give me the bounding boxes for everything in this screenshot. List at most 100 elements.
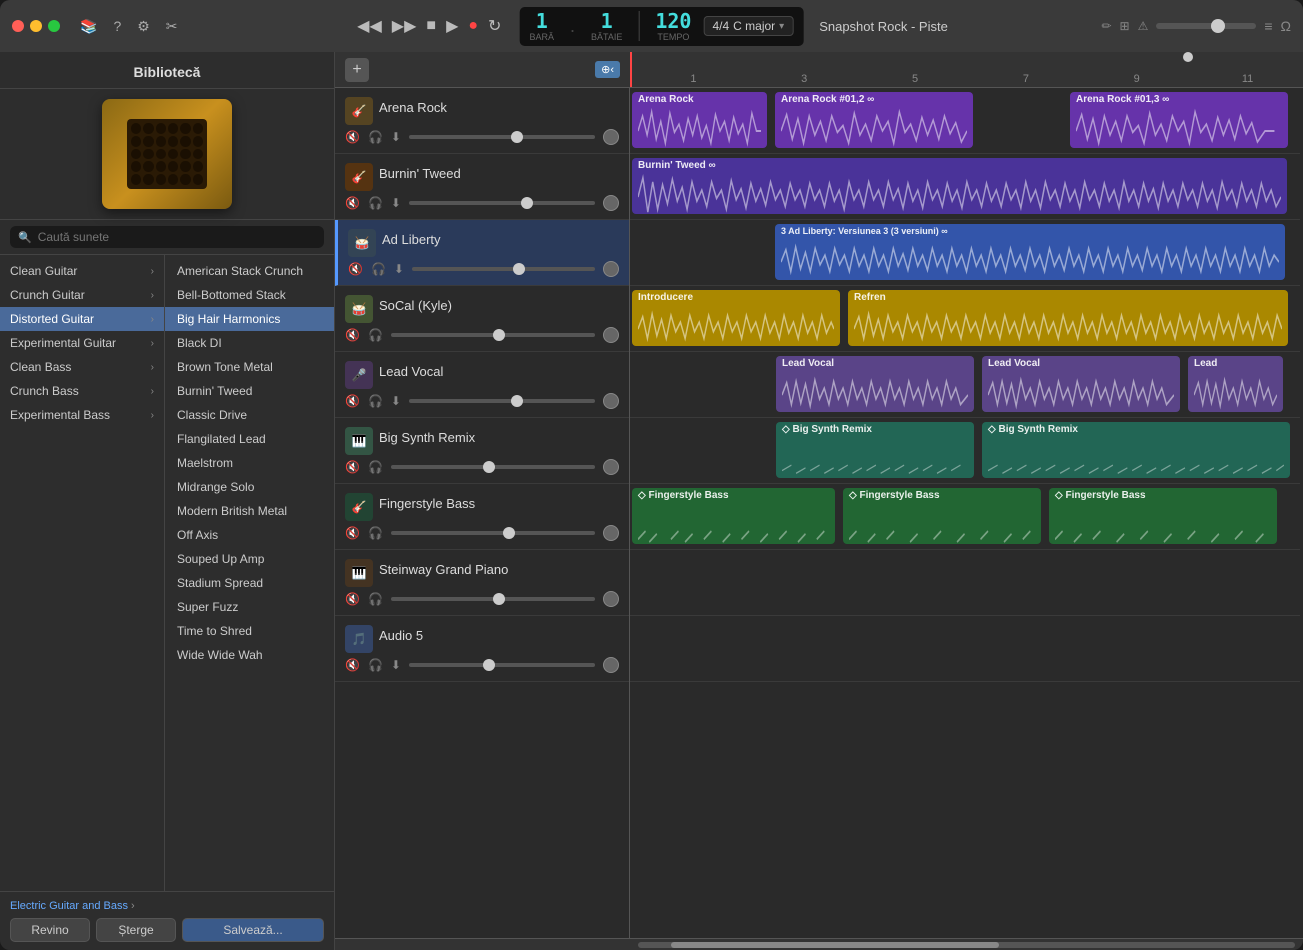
subcat-bell-bottomed[interactable]: Bell-Bottomed Stack (165, 283, 334, 307)
subcat-black-di[interactable]: Black DI (165, 331, 334, 355)
list-icon[interactable]: ≡ (1264, 18, 1272, 34)
track-fader-audio-5[interactable] (409, 663, 595, 667)
timeline-content[interactable]: Arena Rock Arena Rock #01,2 ∞ (630, 88, 1303, 938)
clip-big-synth-2[interactable]: ◇ Big Synth Remix (982, 422, 1290, 478)
track-vol-knob-fingerstyle-bass[interactable] (603, 525, 619, 541)
track-fader-socal-kyle[interactable] (391, 333, 595, 337)
track-mute-icon[interactable]: 🔇 (345, 592, 360, 606)
subcat-american-stack[interactable]: American Stack Crunch (165, 259, 334, 283)
category-item-crunch-bass[interactable]: Crunch Bass › (0, 379, 164, 403)
clip-burnin-tweed-1[interactable]: Burnin' Tweed ∞ (632, 158, 1287, 214)
scrollbar-thumb[interactable] (671, 942, 1000, 948)
track-vol-knob-socal-kyle[interactable] (603, 327, 619, 343)
headphone-icon[interactable]: Ω (1281, 18, 1291, 34)
track-lock-icon[interactable]: ⬇ (391, 394, 401, 408)
subcat-souped-up[interactable]: Souped Up Amp (165, 547, 334, 571)
fast-forward-button[interactable]: ▶▶ (390, 14, 419, 38)
track-headphone-icon[interactable]: 🎧 (371, 262, 386, 276)
track-fader-arena-rock[interactable] (409, 135, 595, 139)
track-headphone-icon[interactable]: 🎧 (368, 658, 383, 672)
track-lock-icon[interactable]: ⬇ (394, 262, 404, 276)
track-headphone-icon[interactable]: 🎧 (368, 196, 383, 210)
settings-icon[interactable]: ⚙ (133, 16, 154, 37)
add-track-button[interactable]: + (345, 58, 369, 82)
search-input[interactable] (38, 230, 316, 244)
category-item-clean-guitar[interactable]: Clean Guitar › (0, 259, 164, 283)
subcat-flangilated[interactable]: Flangilated Lead (165, 427, 334, 451)
pencil-icon[interactable]: ✏ (1101, 19, 1111, 33)
clip-big-synth-1[interactable]: ◇ Big Synth Remix (776, 422, 974, 478)
play-button[interactable]: ▶ (444, 14, 460, 38)
track-vol-knob-big-synth[interactable] (603, 459, 619, 475)
track-lock-icon[interactable]: ⬇ (391, 658, 401, 672)
track-mute-icon[interactable]: 🔇 (345, 130, 360, 144)
revino-button[interactable]: Revino (10, 918, 90, 942)
track-mute-icon[interactable]: 🔇 (345, 328, 360, 342)
help-icon[interactable]: ? (109, 16, 125, 36)
clip-ad-liberty-1[interactable]: 3 Ad Liberty: Versiunea 3 (3 versiuni) ∞ (775, 224, 1285, 280)
track-mute-icon[interactable]: 🔇 (345, 196, 360, 210)
track-fader-lead-vocal[interactable] (409, 399, 595, 403)
minimize-button[interactable] (30, 20, 42, 32)
track-mute-icon[interactable]: 🔇 (345, 460, 360, 474)
category-item-crunch-guitar[interactable]: Crunch Guitar › (0, 283, 164, 307)
clip-arena-rock-2[interactable]: Arena Rock #01,2 ∞ (775, 92, 973, 148)
grid-icon[interactable]: ⊞ (1120, 19, 1130, 33)
clip-arena-rock-3[interactable]: Arena Rock #01,3 ∞ (1070, 92, 1288, 148)
track-vol-knob-steinway[interactable] (603, 591, 619, 607)
cycle-button[interactable]: ↻ (486, 14, 503, 38)
clip-refren-1[interactable]: Refren (848, 290, 1288, 346)
scissors-icon[interactable]: ✂ (162, 16, 182, 37)
track-headphone-icon[interactable]: 🎧 (368, 526, 383, 540)
subcat-wide-wide-wah[interactable]: Wide Wide Wah (165, 643, 334, 667)
track-headphone-icon[interactable]: 🎧 (368, 130, 383, 144)
track-fader-fingerstyle-bass[interactable] (391, 531, 595, 535)
track-item-socal-kyle[interactable]: 🥁 SoCal (Kyle) 🔇 🎧 (335, 286, 629, 352)
maximize-button[interactable] (48, 20, 60, 32)
track-mute-icon[interactable]: 🔇 (345, 658, 360, 672)
subcat-maelstrom[interactable]: Maelstrom (165, 451, 334, 475)
library-icon[interactable]: 📚 (76, 16, 101, 37)
subcat-super-fuzz[interactable]: Super Fuzz (165, 595, 334, 619)
clip-fingerstyle-2[interactable]: ◇ Fingerstyle Bass (843, 488, 1041, 544)
track-vol-knob-ad-liberty[interactable] (603, 261, 619, 277)
category-item-distorted-guitar[interactable]: Distorted Guitar › (0, 307, 164, 331)
salveaza-button[interactable]: Salvează... (182, 918, 324, 942)
rewind-button[interactable]: ◀◀ (355, 14, 384, 38)
clip-lead-vocal-3[interactable]: Lead (1188, 356, 1283, 412)
track-lock-icon[interactable]: ⬇ (391, 130, 401, 144)
category-item-clean-bass[interactable]: Clean Bass › (0, 355, 164, 379)
clip-intro-1[interactable]: Introducere (632, 290, 840, 346)
track-fader-ad-liberty[interactable] (412, 267, 595, 271)
track-headphone-icon[interactable]: 🎧 (368, 460, 383, 474)
master-volume-slider[interactable] (1156, 23, 1256, 29)
subcat-modern-british[interactable]: Modern British Metal (165, 499, 334, 523)
clip-arena-rock-1[interactable]: Arena Rock (632, 92, 767, 148)
record-button[interactable]: ● (466, 15, 480, 37)
track-vol-knob-audio-5[interactable] (603, 657, 619, 673)
track-lock-icon[interactable]: ⬇ (391, 196, 401, 210)
track-vol-knob-burnin-tweed[interactable] (603, 195, 619, 211)
track-vol-knob-arena-rock[interactable] (603, 129, 619, 145)
track-mute-icon[interactable]: 🔇 (345, 394, 360, 408)
subcat-big-hair[interactable]: Big Hair Harmonics (165, 307, 334, 331)
subcat-time-to-shred[interactable]: Time to Shred (165, 619, 334, 643)
subcat-midrange-solo[interactable]: Midrange Solo (165, 475, 334, 499)
subcat-stadium-spread[interactable]: Stadium Spread (165, 571, 334, 595)
subcat-burnin-tweed[interactable]: Burnin' Tweed (165, 379, 334, 403)
clip-lead-vocal-2[interactable]: Lead Vocal (982, 356, 1180, 412)
track-headphone-icon[interactable]: 🎧 (368, 328, 383, 342)
stop-button[interactable]: ■ (424, 15, 438, 37)
track-item-ad-liberty[interactable]: 🥁 Ad Liberty 🔇 🎧 ⬇ (335, 220, 629, 286)
track-item-lead-vocal[interactable]: 🎤 Lead Vocal 🔇 🎧 ⬇ (335, 352, 629, 418)
track-fader-steinway[interactable] (391, 597, 595, 601)
track-item-audio-5[interactable]: 🎵 Audio 5 🔇 🎧 ⬇ (335, 616, 629, 682)
sterge-button[interactable]: Șterge (96, 918, 176, 942)
track-item-burnin-tweed[interactable]: 🎸 Burnin' Tweed 🔇 🎧 ⬇ (335, 154, 629, 220)
subcat-brown-tone[interactable]: Brown Tone Metal (165, 355, 334, 379)
time-sig-box[interactable]: 4/4 C major ▾ (703, 16, 793, 36)
track-item-arena-rock[interactable]: 🎸 Arena Rock 🔇 🎧 ⬇ (335, 88, 629, 154)
track-headphone-icon[interactable]: 🎧 (368, 394, 383, 408)
track-item-big-synth[interactable]: 🎹 Big Synth Remix 🔇 🎧 (335, 418, 629, 484)
track-fader-big-synth[interactable] (391, 465, 595, 469)
